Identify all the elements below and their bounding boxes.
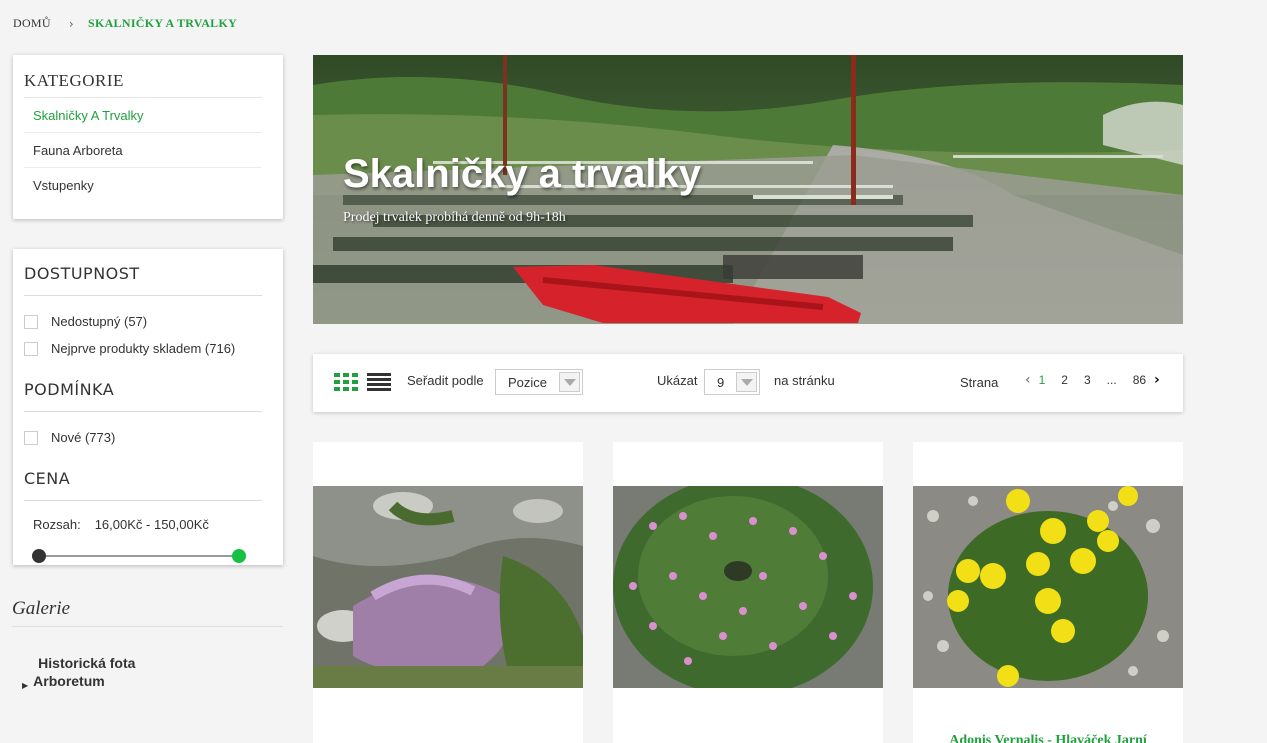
filter-unavailable-label: Nedostupný (57) <box>51 314 148 329</box>
price-slider-track <box>32 555 246 557</box>
filter-new-label: Nové (773) <box>51 430 116 445</box>
product-name[interactable]: Adonis Vernalis - Hlaváček Jarní <box>913 733 1183 743</box>
product-toolbar: Seřadit podle Pozice Ukázat 9 na stránku… <box>313 354 1183 412</box>
caret-right-icon: ▶ <box>22 681 29 690</box>
show-label: Ukázat <box>657 373 698 388</box>
price-slider-max-handle[interactable] <box>232 549 246 563</box>
price-title: CENA <box>24 469 262 501</box>
breadcrumb-separator-icon: › <box>68 16 74 31</box>
grid-view-icon[interactable] <box>334 373 358 391</box>
sort-label: Seřadit podle <box>407 373 484 388</box>
price-filter: CENA Rozsah: 16,00Kč - 150,00Kč <box>24 469 262 564</box>
page-link-2[interactable]: 2 <box>1061 373 1068 387</box>
chevron-down-icon <box>736 372 757 392</box>
chevron-down-icon <box>559 372 580 392</box>
category-item-skalnicky[interactable]: Skalničky A Trvalky <box>24 98 262 133</box>
gallery-link-label-line1: Historická fota <box>38 655 136 671</box>
list-view-icon[interactable] <box>367 373 391 391</box>
product-card[interactable] <box>313 442 583 743</box>
limit-select[interactable]: 9 <box>704 369 760 395</box>
sort-select-value: Pozice <box>508 374 548 390</box>
breadcrumb: DOMŮ › SKALNIČKY A TRVALKY <box>13 16 237 31</box>
in-stock-checkbox[interactable] <box>24 341 38 356</box>
page-link-1[interactable]: 1 <box>1039 373 1046 387</box>
product-image[interactable] <box>313 486 583 688</box>
categories-panel: KATEGORIE Skalničky A Trvalky Fauna Arbo… <box>13 55 283 219</box>
price-range-value: 16,00Kč - 150,00Kč <box>94 517 209 532</box>
category-item-vstupenky[interactable]: Vstupenky <box>24 168 262 203</box>
per-page-label: na stránku <box>774 373 835 388</box>
sort-select[interactable]: Pozice <box>495 369 583 395</box>
pagination: ‹ 1 2 3 ... 86 › <box>1025 372 1160 388</box>
gallery-link-label-line2: Arboretum <box>33 673 105 689</box>
filter-new[interactable]: Nové (773) <box>24 424 262 451</box>
filter-in-stock-first[interactable]: Nejprve produkty skladem (716) <box>24 335 262 362</box>
page-link-3[interactable]: 3 <box>1084 373 1091 387</box>
gallery-title: Galerie <box>12 598 283 627</box>
chevron-left-icon[interactable]: ‹ <box>1025 372 1031 388</box>
page-label: Strana <box>960 375 999 390</box>
breadcrumb-home-link[interactable]: DOMŮ <box>13 16 51 31</box>
unavailable-checkbox[interactable] <box>24 314 38 329</box>
filter-unavailable[interactable]: Nedostupný (57) <box>24 308 262 335</box>
product-card[interactable] <box>613 442 883 743</box>
gallery-section: Galerie ▶ Historická fota Arboretum <box>12 598 283 695</box>
price-range-label: Rozsah: <box>33 517 81 532</box>
product-image[interactable] <box>613 486 883 688</box>
condition-filter: PODMÍNKA Nové (773) <box>24 380 262 451</box>
availability-filter: DOSTUPNOST Nedostupný (57) Nejprve produ… <box>24 264 262 362</box>
availability-title: DOSTUPNOST <box>24 264 262 296</box>
category-list: Skalničky A Trvalky Fauna Arboreta Vstup… <box>24 98 262 203</box>
categories-title: KATEGORIE <box>24 71 262 98</box>
category-item-fauna[interactable]: Fauna Arboreta <box>24 133 262 168</box>
price-slider[interactable] <box>32 548 246 564</box>
limit-select-value: 9 <box>717 374 725 390</box>
product-image[interactable] <box>913 486 1183 688</box>
page-link-86[interactable]: 86 <box>1133 373 1146 387</box>
banner-subtitle: Prodej trvalek probíhá denně od 9h-18h <box>343 210 566 225</box>
category-banner: Skalničky a trvalky Prodej trvalek probí… <box>313 55 1183 324</box>
filter-in-stock-label: Nejprve produkty skladem (716) <box>51 341 236 356</box>
chevron-right-icon[interactable]: › <box>1154 372 1160 388</box>
banner-title: Skalničky a trvalky <box>343 152 702 196</box>
breadcrumb-current: SKALNIČKY A TRVALKY <box>87 16 238 30</box>
gallery-link-historical-photos[interactable]: ▶ Historická fota Arboretum <box>22 654 283 695</box>
filters-panel: DOSTUPNOST Nedostupný (57) Nejprve produ… <box>13 249 283 565</box>
new-checkbox[interactable] <box>24 430 38 445</box>
page-ellipsis: ... <box>1106 373 1117 387</box>
price-slider-min-handle[interactable] <box>32 549 46 563</box>
product-card[interactable]: Adonis Vernalis - Hlaváček Jarní <box>913 442 1183 743</box>
condition-title: PODMÍNKA <box>24 380 262 412</box>
